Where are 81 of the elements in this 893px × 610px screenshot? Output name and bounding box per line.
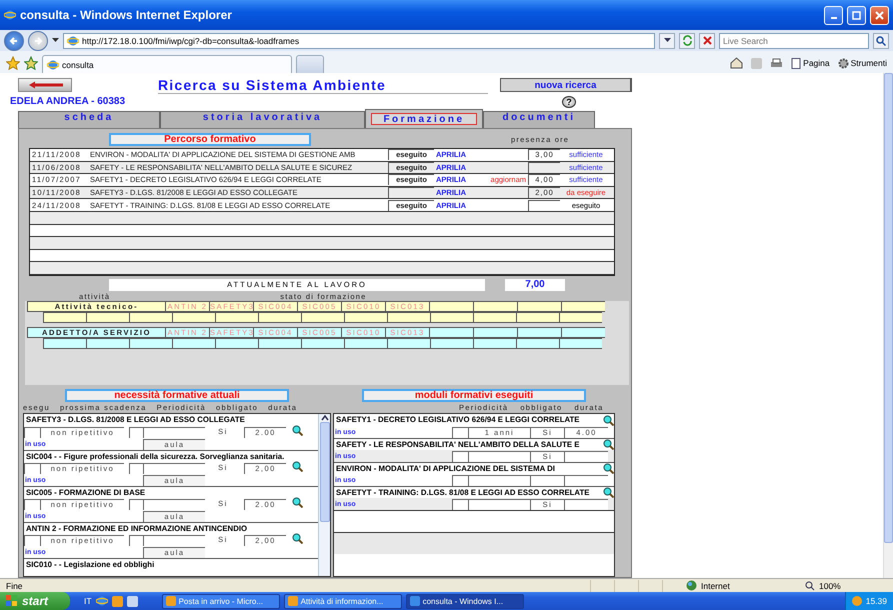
- star-icon[interactable]: [6, 56, 20, 70]
- scroll-up-icon[interactable]: [320, 414, 328, 422]
- search-icon[interactable]: [603, 487, 614, 498]
- page-title: Ricerca su Sistema Ambiente: [158, 76, 488, 94]
- section-title: Percorso formativo: [109, 133, 311, 146]
- app-icon: [410, 596, 420, 606]
- search-icon[interactable]: [603, 439, 614, 450]
- tray-icon: [852, 596, 862, 606]
- arrow-left-icon: [9, 36, 19, 46]
- command-menu[interactable]: Strumenti: [838, 58, 887, 68]
- stop-button[interactable]: [699, 32, 715, 48]
- zoom-level[interactable]: 100%: [819, 580, 841, 590]
- search-icon[interactable]: [292, 497, 303, 508]
- forward-button[interactable]: [28, 30, 48, 50]
- app-icon: [166, 596, 176, 606]
- caret-icon: [664, 38, 670, 43]
- task-label: Attività di informazion...: [300, 596, 384, 606]
- browser-tab[interactable]: consulta: [42, 55, 292, 73]
- command-menu[interactable]: Pagina: [791, 58, 830, 68]
- clock: 15.39: [866, 596, 887, 606]
- gear-icon: [838, 58, 849, 68]
- section-title: necessità formative attuali: [65, 389, 289, 402]
- new-search-button[interactable]: nuova ricerca: [500, 78, 632, 92]
- tab[interactable]: scheda: [18, 111, 160, 128]
- back-button[interactable]: [4, 30, 24, 50]
- tab-label: consulta: [62, 60, 94, 70]
- dropdown-button[interactable]: [659, 32, 675, 48]
- close-icon: [702, 36, 712, 45]
- help-button[interactable]: ?: [562, 96, 576, 108]
- tab[interactable]: storia lavorativa: [160, 111, 365, 128]
- browser-icon: [96, 595, 108, 607]
- url-text: http://172.18.0.100/fmi/iwp/cgi?-db=consulta&-loadframes: [82, 36, 300, 46]
- person-name: EDELA ANDREA - 60383: [10, 96, 126, 107]
- minimize-button[interactable]: [824, 6, 843, 24]
- search-button[interactable]: [873, 32, 889, 48]
- zone-text: Internet: [701, 580, 731, 590]
- search-icon[interactable]: [603, 414, 614, 426]
- search-icon[interactable]: [292, 425, 303, 436]
- app-icon[interactable]: [112, 596, 123, 606]
- start-button[interactable]: start: [0, 592, 70, 610]
- section-title: moduli formativi eseguiti: [362, 389, 586, 402]
- tab[interactable]: documenti: [483, 111, 595, 128]
- home-icon[interactable]: [730, 57, 744, 69]
- windows-flag-icon: [6, 595, 18, 607]
- minimize-icon: [830, 17, 836, 19]
- address-field[interactable]: http://172.18.0.100/fmi/iwp/cgi?-db=consulta&-loadframes: [63, 32, 655, 48]
- browser-icon: [47, 58, 59, 70]
- caret-icon[interactable]: [52, 38, 59, 43]
- maximize-icon: [852, 10, 861, 20]
- close-button[interactable]: [870, 6, 889, 24]
- taskbar-button[interactable]: Attività di informazion...: [284, 594, 402, 608]
- taskbar-button[interactable]: consulta - Windows I...: [406, 594, 524, 608]
- search-icon: [876, 36, 886, 46]
- app-icon: [288, 596, 298, 606]
- tab[interactable]: Formazione: [365, 109, 483, 128]
- app-icon[interactable]: [126, 596, 138, 606]
- zoom-icon: [805, 580, 815, 590]
- browser-icon: [4, 9, 16, 21]
- refresh-icon: [682, 35, 692, 46]
- maximize-button[interactable]: [847, 6, 866, 24]
- window-title: consulta - Windows Internet Explorer: [20, 8, 233, 22]
- language-indicator[interactable]: IT: [84, 596, 92, 606]
- taskbar-button[interactable]: Posta in arrivo - Micro...: [162, 594, 280, 608]
- browser-icon: [67, 34, 79, 46]
- printer-icon[interactable]: [770, 58, 784, 68]
- add-favorite-icon[interactable]: [24, 56, 38, 70]
- close-icon: [875, 10, 884, 20]
- page-icon: [791, 58, 802, 68]
- globe-icon: [686, 580, 697, 591]
- task-label: Posta in arrivo - Micro...: [178, 596, 264, 606]
- search-icon[interactable]: [292, 461, 303, 472]
- task-label: consulta - Windows I...: [422, 596, 504, 606]
- search-icon[interactable]: [603, 463, 614, 474]
- status-text: Fine: [6, 580, 24, 590]
- scroll-thumb[interactable]: [884, 73, 893, 543]
- scroll-thumb[interactable]: [320, 422, 330, 522]
- arrow-right-icon: [33, 36, 43, 46]
- search-field[interactable]: Live Search: [719, 32, 869, 48]
- back-button[interactable]: [18, 78, 72, 92]
- hours-field: 7,00: [505, 279, 565, 291]
- search-icon[interactable]: [292, 533, 303, 544]
